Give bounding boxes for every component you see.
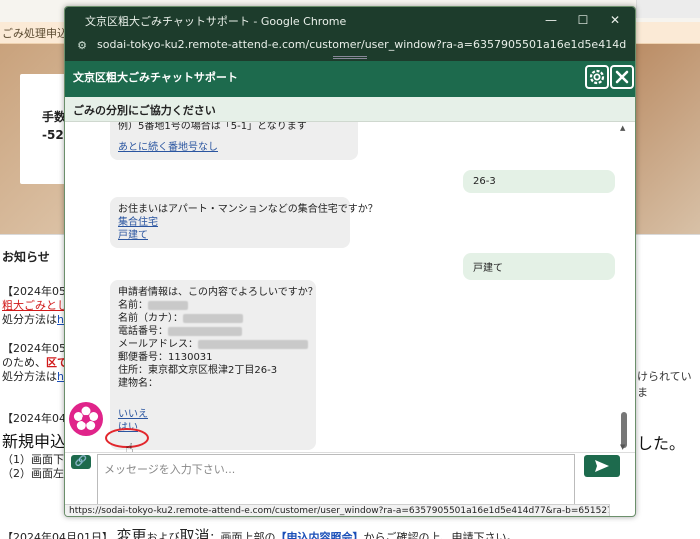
inquiry-link[interactable]: 【申込内容照会】 [276,531,364,539]
option-house[interactable]: 戸建て [118,229,342,242]
notice-2-line3: 処分方法はhtt [2,368,73,384]
gear-icon [589,69,605,85]
option-yes-button[interactable]: はい [118,421,308,434]
kana-redacted [183,313,243,323]
option-no-further-address[interactable]: あとに続く番地号なし [118,141,350,154]
chat-close-button[interactable] [610,65,634,89]
phone-row: 電話番号： [118,325,308,338]
maximize-button[interactable]: ☐ [573,11,593,29]
option-apartment[interactable]: 集合住宅 [118,216,342,229]
chat-log[interactable]: 例）5番地1号の場合は「5-1」となります あとに続く番地号なし 26-3 お住… [65,122,635,452]
bot-message-building-type: お住まいはアパート・マンションなどの集合住宅ですか？ 集合住宅 戸建て [110,197,378,248]
window-close-button[interactable]: ✕ [605,11,625,29]
chat-subtitle: ごみの分別にご協力ください [73,104,216,117]
bot-avatar [69,402,103,436]
page-top-right-button[interactable] [636,0,700,18]
url-text[interactable]: sodai-tokyo-ku2.remote-attend-e.com/cust… [97,38,627,51]
window-title: 文京区粗大ごみチャットサポート - Google Chrome [85,15,347,28]
fee-text: 手数 [42,110,67,124]
email-redacted [198,339,308,349]
zip-row: 郵便番号：1130031 [118,352,213,363]
close-icon [615,70,629,84]
page-right-heading: した。 [637,434,686,453]
link-icon[interactable]: 🔗 [71,455,91,469]
user-message: 戸建て [463,253,615,280]
page-right-text: けられていま [637,370,692,399]
address-row: 住所：東京都文京区根津2丁目26-3 [118,365,278,376]
chat-popup-window: 文京区粗大ごみチャットサポート - Google Chrome — ☐ ✕ ⚙ … [64,6,636,517]
notice-4: 【2024年04月01日】 変更および取消：画面上部の【申込内容照会】からご確認… [2,525,518,539]
email-row: メールアドレス： [118,338,308,351]
settings-button[interactable] [585,65,609,89]
building-row: 建物名： [118,378,158,389]
step-2: （2）画面左 [2,467,64,480]
message-input[interactable] [97,454,575,510]
message-text: 例）5番地1号の場合は「5-1」となります [118,122,307,132]
name-redacted [148,300,188,310]
bot-message-address-hint: 例）5番地1号の場合は「5-1」となります あとに続く番地号なし [110,122,358,160]
confirm-title: 申請者情報は、この内容でよろしいですか？ [118,287,318,298]
user-message: 26-3 [463,170,615,193]
page-strip-text: ごみ処理申込 [2,27,68,40]
name-row: 名前： [118,299,308,312]
bot-message-confirm: 申請者情報は、この内容でよろしいですか？ 名前： 名前（カナ）： 電話番号： メ… [110,280,318,450]
minimize-button[interactable]: — [541,11,561,29]
message-text: お住まいはアパート・マンションなどの集合住宅ですか？ [118,204,378,215]
notice-1-line3: 処分方法はhtt [2,311,73,327]
send-button[interactable] [584,455,620,477]
chat-title: 文京区粗大ごみチャットサポート [73,71,238,84]
new-application-heading: 新規申込 [2,432,67,451]
kana-row: 名前（カナ）： [118,312,308,325]
flower-icon [73,406,99,430]
option-no-button[interactable]: いいえ [118,408,308,421]
status-bar-url: https://sodai-tokyo-ku2.remote-attend-e.… [65,504,610,516]
site-info-icon[interactable]: ⚙ [75,39,89,53]
phone-redacted [168,326,242,336]
send-icon [595,460,609,472]
drag-handle-icon[interactable] [333,56,367,59]
scroll-down-icon[interactable]: ▼ [620,443,625,451]
scroll-up-icon[interactable]: ▲ [620,124,625,132]
notices-title: お知らせ [2,250,50,264]
